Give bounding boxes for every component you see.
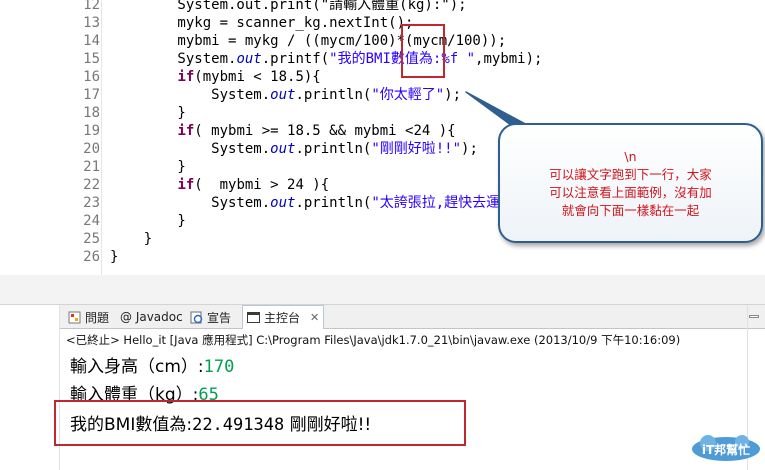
field-token: out (270, 195, 296, 211)
code-line[interactable]: if(mybmi < 18.5){ (110, 68, 321, 86)
code-line[interactable]: } (110, 158, 186, 176)
height-prompt: 輸入身高（cm）: (70, 357, 204, 377)
code-token: ( mybmi >= 18.5 && mybmi <24 ){ (194, 123, 456, 139)
line-number: 17 (83, 87, 100, 103)
code-token: } (110, 159, 186, 175)
height-input-value: 170 (203, 357, 235, 377)
code-line[interactable]: System.out.print("請輸入體重(kg):"); (110, 0, 467, 14)
callout-note: \n 可以讓文字跑到下一行，大家 可以注意看上面範例，沒有加 就會向下面一樣黏在… (498, 123, 763, 243)
line-number: 13 (83, 15, 100, 31)
tab-problems-label: 問題 (85, 310, 110, 325)
code-token: System. (110, 51, 237, 67)
callout-line-3: 可以注意看上面範例，沒有加 (549, 185, 712, 200)
close-icon[interactable]: ✕ (310, 311, 319, 324)
code-line[interactable]: mybmi = mykg / ((mycm/100)*(mycm/100)); (110, 32, 506, 50)
tab-console-label: 主控台 (264, 311, 301, 325)
tab-declaration-label: 宣告 (207, 310, 232, 325)
line-number: 18 (83, 105, 100, 121)
callout-line-4: 就會向下面一樣黏在一起 (561, 203, 700, 218)
code-token: } (110, 213, 186, 229)
code-token: System. (110, 141, 271, 157)
code-token: System. (110, 87, 271, 103)
code-token: } (110, 105, 186, 121)
field-token: out (270, 87, 296, 103)
watermark-text: iT邦幫忙 (702, 442, 750, 457)
code-token: ); (444, 87, 462, 103)
declaration-icon (190, 311, 203, 324)
line-number: 23 (83, 195, 100, 211)
line-number: 16 (83, 69, 100, 85)
code-line[interactable]: System.out.println("太誇張拉,趕快去運動!!"); (110, 194, 556, 212)
line-number: 24 (83, 213, 100, 229)
code-line[interactable]: if( mybmi > 24 ){ (110, 176, 329, 194)
code-token: System.out.print("請輸入體重(kg):"); (110, 0, 467, 13)
code-token: (mybmi < 18.5){ (194, 69, 321, 85)
line-number: 15 (83, 51, 100, 67)
field-token: out (236, 51, 262, 67)
code-line[interactable]: } (110, 230, 152, 248)
code-token: .println( (295, 195, 372, 211)
result-highlight (54, 400, 466, 446)
string-token: "剛剛好啦!!" (371, 141, 462, 157)
code-token: mybmi = mykg / ((mycm/100)*(mycm/100)); (110, 33, 507, 49)
problems-icon (68, 311, 81, 324)
view-sash[interactable] (0, 275, 765, 305)
code-line[interactable]: if( mybmi >= 18.5 && mybmi <24 ){ (110, 122, 456, 140)
line-number: 22 (83, 177, 100, 193)
line-number: 14 (83, 33, 100, 49)
tab-javadoc[interactable]: @ Javadoc (116, 305, 187, 329)
callout-line-2: 可以讓文字跑到下一行，大家 (549, 167, 712, 182)
gutter-divider (101, 0, 102, 275)
line-number: 20 (83, 141, 100, 157)
code-token: ,mybmi); (475, 51, 543, 67)
console-icon (247, 311, 260, 324)
code-line[interactable]: mykg = scanner_kg.nextInt(); (110, 14, 413, 32)
tab-declaration[interactable]: 宣告 (186, 305, 235, 329)
tab-javadoc-label: @ Javadoc (120, 310, 183, 324)
code-line[interactable]: } (110, 248, 118, 266)
code-token: .printf( (261, 51, 330, 67)
code-token: .println( (295, 87, 372, 103)
code-token: ); (461, 141, 478, 157)
line-number: 25 (83, 231, 100, 247)
code-token: ( mybmi > 24 ){ (194, 177, 330, 193)
string-token: "你太輕了" (371, 87, 445, 103)
code-line[interactable]: System.out.println("你太輕了"); (110, 86, 461, 104)
keyword-token: if (177, 177, 195, 193)
console-line-height: 輸入身高（cm）:170 (70, 352, 234, 377)
code-token: } (110, 231, 153, 247)
code-line[interactable]: } (110, 212, 186, 230)
line-number: 21 (83, 159, 100, 175)
code-editor[interactable]: 12 System.out.print("請輸入體重(kg):"); 13 myk… (0, 0, 765, 275)
code-token: } (110, 249, 119, 265)
console-process-header: <已終止> Hello_it [Java 應用程式] C:\Program Fi… (66, 333, 681, 347)
field-token: out (270, 141, 296, 157)
code-token: mykg = scanner_kg.nextInt(); (110, 15, 414, 31)
keyword-token: if (177, 69, 195, 85)
tab-problems[interactable]: 問題 (64, 305, 113, 329)
callout-line-1: \n (624, 149, 637, 164)
code-line[interactable]: System.out.printf("我的BMI數值為:%f ",mybmi); (110, 50, 542, 68)
code-line[interactable]: System.out.println("剛剛好啦!!"); (110, 140, 478, 158)
code-token: System. (110, 195, 271, 211)
format-specifier-highlight (401, 24, 445, 78)
tab-console[interactable]: 主控台 ✕ (242, 305, 325, 329)
keyword-token: if (177, 123, 195, 139)
views-tab-bar: 問題 @ Javadoc 宣告 主控台 ✕ (60, 305, 765, 329)
line-number: 12 (83, 0, 100, 13)
line-number: 19 (83, 123, 100, 139)
left-pane (0, 305, 60, 470)
ithelp-logo: iT邦幫忙 (692, 435, 760, 461)
minimize-view-button[interactable] (749, 315, 759, 318)
code-line[interactable]: } (110, 104, 186, 122)
line-number: 26 (83, 249, 100, 265)
code-token: .println( (295, 141, 372, 157)
